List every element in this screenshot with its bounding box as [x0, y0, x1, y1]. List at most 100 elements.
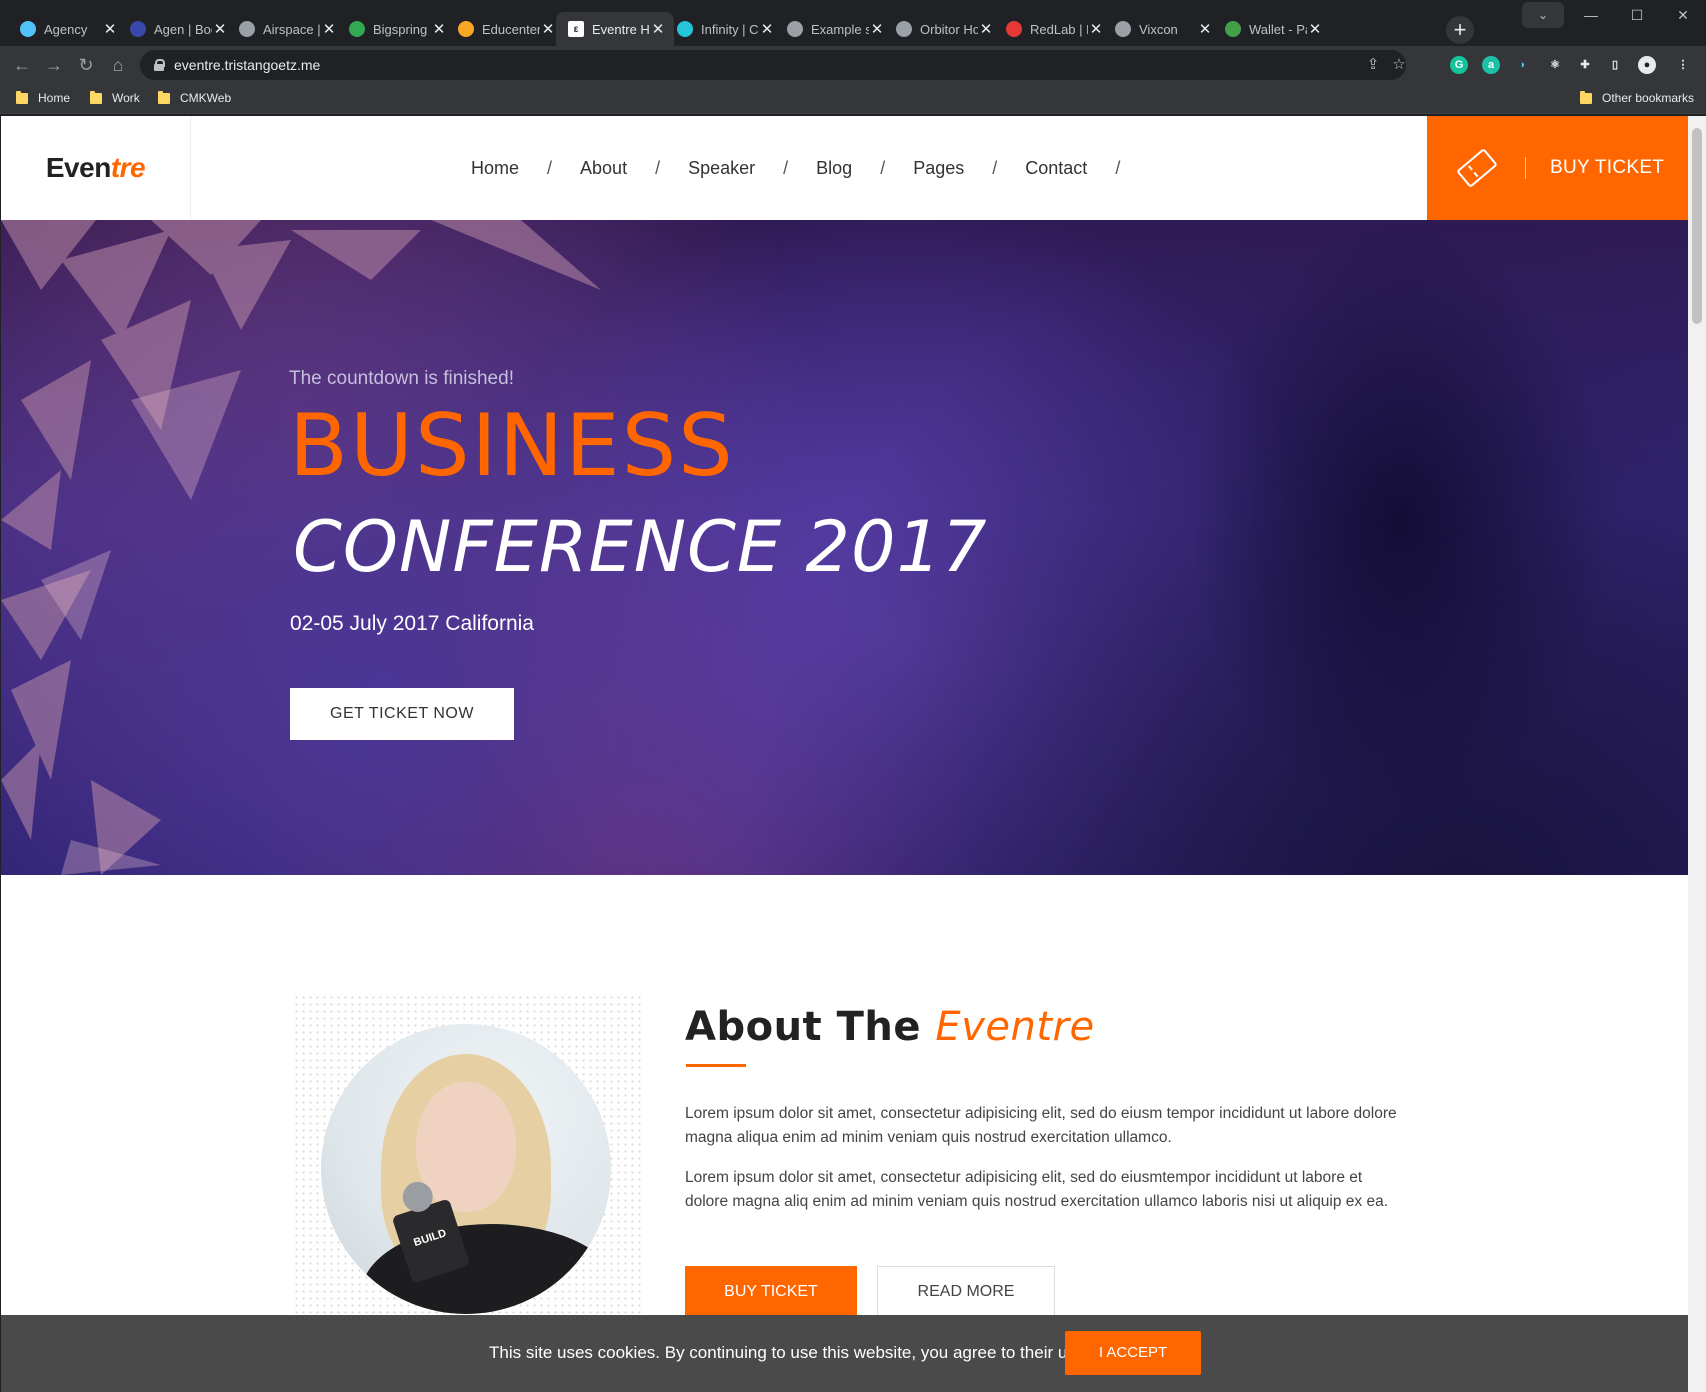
browser-toolbar: ← → ↻ ⌂ eventre.tristangoetz.me ⇪ ☆ G a …: [0, 46, 1706, 84]
page-scrollbar[interactable]: [1688, 116, 1706, 1392]
minimize-button[interactable]: —: [1568, 0, 1614, 30]
chrome-menu-icon[interactable]: ⋮: [1674, 56, 1692, 74]
nav-separator: /: [783, 157, 789, 178]
close-tab-icon[interactable]: ✕: [650, 20, 666, 38]
globe-icon: [1115, 21, 1131, 37]
read-more-button[interactable]: READ MORE: [877, 1266, 1055, 1318]
nav-speaker[interactable]: Speaker: [688, 158, 755, 179]
buy-ticket-label: BUY TICKET: [1550, 157, 1665, 178]
bookmark-star-icon[interactable]: ☆: [1386, 50, 1412, 80]
tab-title: Infinity | C: [701, 21, 759, 37]
tab-title: Example s: [811, 21, 869, 37]
scrollbar-thumb[interactable]: [1692, 128, 1702, 324]
profile-avatar[interactable]: ●: [1638, 56, 1656, 74]
browser-tab[interactable]: Agency ✕: [8, 12, 126, 46]
react-devtools-icon[interactable]: ⚛: [1546, 56, 1564, 74]
new-tab-button[interactable]: +: [1446, 16, 1474, 44]
close-tab-icon[interactable]: ✕: [759, 20, 775, 38]
accept-cookies-button[interactable]: I ACCEPT: [1065, 1331, 1201, 1375]
about-buy-ticket-button[interactable]: BUY TICKET: [685, 1266, 857, 1318]
nav-contact[interactable]: Contact: [1025, 158, 1087, 179]
extension-blue-icon[interactable]: ◗: [1514, 56, 1532, 74]
close-tab-icon[interactable]: ✕: [1088, 20, 1104, 38]
site-logo[interactable]: Even tre: [1, 116, 191, 220]
folder-icon: [90, 90, 102, 104]
logo-text-accent: tre: [110, 152, 146, 183]
bookmark-work[interactable]: Work: [90, 90, 140, 105]
globe-icon: [239, 21, 255, 37]
main-navigation: Home / About / Speaker / Blog / Pages / …: [471, 116, 1148, 220]
web-page: Even tre Home / About / Speaker / Blog / …: [1, 116, 1688, 1392]
event-date: 02-05 July 2017 California: [290, 612, 534, 635]
hero-title-business: BUSINESS: [289, 396, 735, 496]
address-bar[interactable]: eventre.tristangoetz.me ⇪ ☆: [140, 50, 1406, 80]
nav-about[interactable]: About: [580, 158, 627, 179]
home-button[interactable]: ⌂: [104, 52, 132, 78]
browser-tab[interactable]: Bigspring ✕: [337, 12, 455, 46]
browser-tab[interactable]: ε Eventre Ho✕: [556, 12, 674, 46]
browser-tab[interactable]: Example s ✕: [775, 12, 893, 46]
site-header: Even tre Home / About / Speaker / Blog / …: [1, 116, 1688, 220]
tab-title: Bigspring: [373, 21, 428, 37]
close-tab-icon[interactable]: ✕: [978, 20, 994, 38]
tab-title: Orbitor Ho: [920, 21, 978, 37]
countdown-message: The countdown is finished!: [289, 368, 514, 389]
back-button[interactable]: ←: [8, 52, 36, 78]
bookmarks-bar: Home Work CMKWeb Other bookmarks: [0, 84, 1706, 114]
other-bookmarks[interactable]: Other bookmarks: [1580, 90, 1695, 105]
close-window-button[interactable]: ✕: [1660, 0, 1706, 30]
share-icon[interactable]: ⇪: [1360, 50, 1386, 80]
reload-button[interactable]: ↻: [72, 52, 100, 78]
close-tab-icon[interactable]: ✕: [431, 20, 447, 38]
bookmark-home[interactable]: Home: [16, 90, 71, 105]
nav-blog[interactable]: Blog: [816, 158, 852, 179]
nav-home[interactable]: Home: [471, 158, 519, 179]
close-tab-icon[interactable]: ✕: [869, 20, 885, 38]
bookmark-cmkweb[interactable]: CMKWeb: [158, 90, 232, 105]
bookmark-label: Home: [38, 91, 71, 105]
close-tab-icon[interactable]: ✕: [1307, 20, 1323, 38]
divider: [1525, 157, 1526, 179]
bookmark-label: CMKWeb: [180, 91, 232, 105]
close-tab-icon[interactable]: ✕: [321, 20, 337, 38]
browser-tab[interactable]: Wallet - Pa ✕: [1213, 12, 1331, 46]
logo-text-dark: Even: [45, 152, 111, 183]
browser-tab[interactable]: RedLab | B✕: [994, 12, 1112, 46]
nav-separator: /: [1115, 157, 1121, 178]
browser-tab[interactable]: Educenter ✕: [446, 12, 564, 46]
get-ticket-now-button[interactable]: GET TICKET NOW: [290, 688, 514, 740]
extension-a-icon[interactable]: a: [1482, 56, 1500, 74]
grammarly-extension-icon[interactable]: G: [1450, 56, 1468, 74]
lock-icon: [154, 59, 165, 71]
heading-underline: [686, 1064, 746, 1067]
close-tab-icon[interactable]: ✕: [1197, 20, 1213, 38]
url-text: eventre.tristangoetz.me: [174, 57, 321, 73]
about-paragraph-1: Lorem ipsum dolor sit amet, consectetur …: [685, 1105, 1397, 1146]
tab-title: Agency: [44, 21, 88, 37]
browser-tab[interactable]: Orbitor Ho ✕: [884, 12, 1002, 46]
nav-separator: /: [880, 157, 886, 178]
wallet-icon: [1225, 21, 1241, 37]
bookmark-label: Other bookmarks: [1602, 91, 1695, 105]
header-buy-ticket-button[interactable]: BUY TICKET: [1427, 116, 1688, 220]
browser-tab[interactable]: Vixcon ✕: [1103, 12, 1221, 46]
browser-tab[interactable]: Airspace | ✕: [227, 12, 345, 46]
maximize-button[interactable]: ☐: [1614, 0, 1660, 30]
tab-title: RedLab | B: [1030, 21, 1088, 37]
close-tab-icon[interactable]: ✕: [540, 20, 556, 38]
hero-title-conference: CONFERENCE 2017: [293, 506, 988, 588]
nav-pages[interactable]: Pages: [913, 158, 964, 179]
folder-icon: [158, 90, 170, 104]
close-tab-icon[interactable]: ✕: [102, 20, 118, 38]
tab-title: Agen | Boo: [154, 21, 212, 37]
extensions-puzzle-icon[interactable]: ✚: [1576, 56, 1594, 74]
forward-button[interactable]: →: [40, 52, 68, 78]
close-tab-icon[interactable]: ✕: [212, 20, 228, 38]
tab-title: Airspace |: [263, 21, 321, 37]
side-panel-icon[interactable]: ▯: [1606, 56, 1624, 74]
cookie-message: This site uses cookies. By continuing to…: [489, 1343, 1090, 1362]
browser-tab[interactable]: Infinity | C ✕: [665, 12, 783, 46]
browser-tab[interactable]: Agen | Boo ✕: [118, 12, 236, 46]
redlab-icon: [1006, 21, 1022, 37]
tab-search-button[interactable]: ⌄: [1522, 2, 1564, 28]
